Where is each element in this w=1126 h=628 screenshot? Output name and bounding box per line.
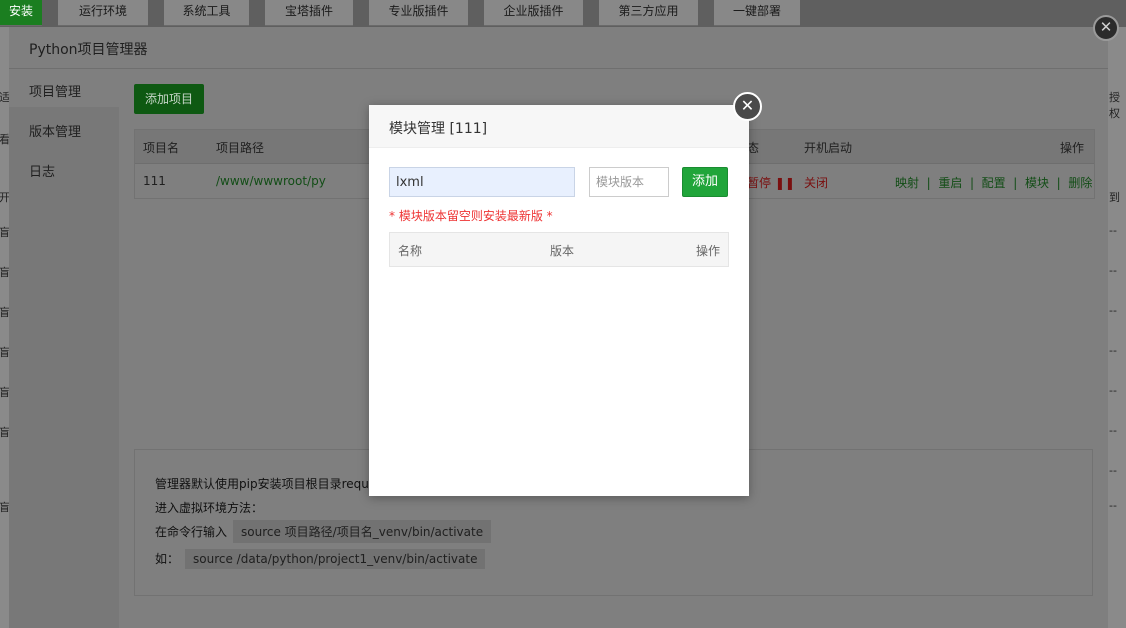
action-delete[interactable]: 删除 — [1068, 176, 1092, 190]
manager-sidebar: 项目管理 版本管理 日志 — [9, 69, 119, 628]
header-project-path: 项目路径 — [216, 141, 265, 155]
status-text: 暂停 — [747, 176, 772, 190]
bg-fragment: -- — [1109, 464, 1117, 477]
bg-fragment: 盲 — [0, 226, 9, 239]
info-line-example: 如： source /data/python/project1_venv/bin/… — [155, 549, 486, 569]
info-line-venv: 进入虚拟环境方法： — [155, 501, 264, 515]
pause-icon: ❚❚ — [774, 176, 795, 190]
info-command-code: source 项目路径/项目名_venv/bin/activate — [233, 520, 492, 543]
version-hint: * 模块版本留空则安装最新版 * — [389, 209, 553, 223]
bg-fragment: -- — [1109, 224, 1117, 237]
row-project-name: 111 — [143, 174, 166, 188]
bg-fragment: 盲 — [0, 346, 9, 359]
sidebar-item-versions[interactable]: 版本管理 — [29, 121, 81, 140]
close-manager-icon[interactable]: ✕ — [1093, 15, 1119, 41]
bg-fragment: 盲 — [0, 426, 9, 439]
modal-title: 模块管理 [111] — [389, 121, 488, 137]
module-version-input[interactable] — [589, 167, 669, 197]
manager-title: Python项目管理器 — [29, 42, 148, 58]
tab-system-tools[interactable]: 系统工具 — [164, 0, 249, 26]
bg-fragment: 看 — [0, 133, 9, 146]
bg-fragment: 开 — [0, 191, 9, 204]
background-right-strip: 授权 到 -- -- -- -- -- -- -- -- — [1108, 27, 1126, 628]
sidebar-item-projects[interactable]: 项目管理 — [29, 81, 81, 100]
bg-fragment: -- — [1109, 304, 1117, 317]
tab-pro-plugins[interactable]: 专业版插件 — [369, 0, 468, 26]
info-line-pip: 管理器默认使用pip安装项目根目录requ — [155, 477, 369, 491]
header-actions: 操作 — [1060, 141, 1085, 155]
tab-enterprise-plugins[interactable]: 企业版插件 — [484, 0, 583, 26]
info-line-command: 在命令行输入 source 项目路径/项目名_venv/bin/activate — [155, 520, 492, 543]
bg-fragment: 授权 — [1109, 91, 1120, 120]
info-command-label: 在命令行输入 — [155, 525, 228, 539]
row-project-path[interactable]: /www/wwwroot/py — [216, 174, 326, 188]
module-manager-modal: 模块管理 [111] 添加 * 模块版本留空则安装最新版 * 名称 版本 操作 — [369, 105, 749, 496]
sidebar-item-logs[interactable]: 日志 — [29, 161, 55, 180]
manager-header: Python项目管理器 — [9, 27, 1108, 69]
modal-header: 模块管理 [111] — [369, 105, 749, 148]
module-name-input[interactable] — [389, 167, 575, 197]
tab-install[interactable]: 安装 — [0, 0, 42, 26]
row-status[interactable]: 暂停 ❚❚ — [747, 174, 795, 191]
top-nav-bar: 安装 运行环境 系统工具 宝塔插件 专业版插件 企业版插件 第三方应用 一键部署 — [0, 0, 1126, 27]
background-left-strip: 适 看 开 盲 盲 盲 盲 盲 盲 盲 — [0, 27, 9, 628]
header-project-name: 项目名 — [143, 141, 180, 155]
bg-fragment: 盲 — [0, 306, 9, 319]
module-col-version: 版本 — [550, 244, 575, 258]
tab-runtime[interactable]: 运行环境 — [58, 0, 148, 26]
add-module-button[interactable]: 添加 — [682, 167, 728, 197]
bg-fragment: -- — [1109, 264, 1117, 277]
bg-fragment: -- — [1109, 384, 1117, 397]
header-boot: 开机启动 — [804, 141, 853, 155]
tab-one-click-deploy[interactable]: 一键部署 — [714, 0, 800, 26]
close-modal-icon[interactable]: ✕ — [733, 92, 762, 121]
bg-fragment: 盲 — [0, 501, 9, 514]
bg-fragment: -- — [1109, 424, 1117, 437]
module-table-header: 名称 版本 操作 — [389, 232, 729, 267]
row-boot-status[interactable]: 关闭 — [804, 174, 828, 191]
tab-bt-plugins[interactable]: 宝塔插件 — [265, 0, 353, 26]
module-col-name: 名称 — [398, 244, 423, 258]
action-map[interactable]: 映射 — [895, 176, 919, 190]
action-config[interactable]: 配置 — [982, 176, 1006, 190]
action-restart[interactable]: 重启 — [938, 176, 962, 190]
add-project-button[interactable]: 添加项目 — [134, 84, 204, 114]
module-col-actions: 操作 — [696, 244, 721, 258]
info-example-label: 如： — [155, 552, 180, 566]
tab-third-party[interactable]: 第三方应用 — [599, 0, 698, 26]
bg-fragment: 到 — [1109, 191, 1120, 204]
action-modules[interactable]: 模块 — [1025, 176, 1049, 190]
bg-fragment: -- — [1109, 344, 1117, 357]
row-actions: 映射 | 重启 | 配置 | 模块 | 删除 — [895, 176, 1093, 190]
bg-fragment: 盲 — [0, 386, 9, 399]
info-example-code: source /data/python/project1_venv/bin/ac… — [185, 549, 486, 569]
bg-fragment: 适 — [0, 91, 9, 104]
bg-fragment: 盲 — [0, 266, 9, 279]
bg-fragment: -- — [1109, 499, 1117, 512]
